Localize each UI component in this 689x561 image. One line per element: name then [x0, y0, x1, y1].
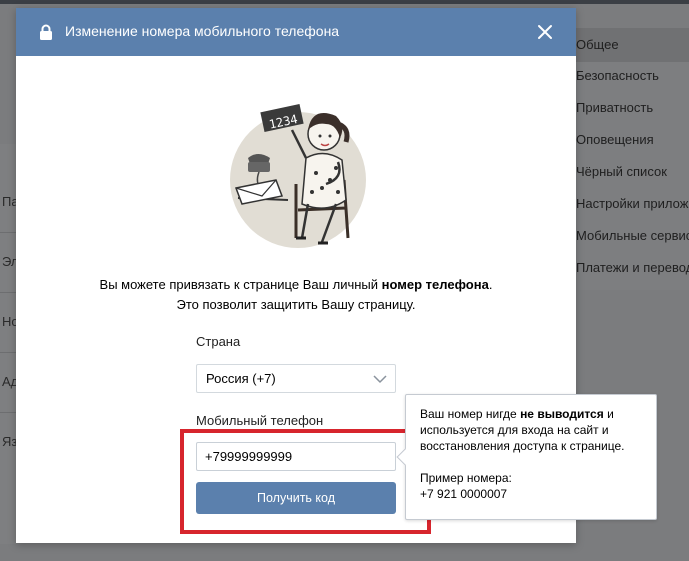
close-icon[interactable] — [537, 24, 553, 40]
settings-menu-item: Настройки приложений — [576, 196, 689, 211]
dialog-title: Изменение номера мобильного телефона — [65, 23, 340, 39]
red-highlight-frame — [180, 429, 431, 534]
phone-hint-tooltip: Ваш номер нигде не выводится и используе… — [396, 394, 657, 520]
country-select[interactable]: Россия (+7) — [196, 364, 396, 393]
country-select-value: Россия (+7) — [206, 371, 276, 386]
settings-menu-item: Приватность — [576, 100, 654, 115]
country-label: Страна — [196, 334, 241, 349]
divider — [0, 352, 16, 353]
description-text: . — [488, 277, 493, 292]
example-value: +7 921 0000007 — [420, 487, 508, 501]
description-bold-text: номер телефона — [381, 277, 489, 292]
background-settings-menu: Общее Безопасность Приватность Оповещени… — [560, 28, 689, 290]
settings-menu-item: Мобильные сервисы — [576, 228, 689, 243]
phone-girl-illustration: 1234 — [230, 104, 366, 248]
chevron-down-icon — [373, 375, 387, 384]
divider — [0, 232, 16, 233]
description-line-1: Вы можете привязать к странице Ваш личны… — [16, 275, 576, 295]
background-left-panel: Па Эл Но Ад Яз — [0, 144, 19, 544]
divider — [0, 412, 16, 413]
settings-menu-item: Чёрный список — [576, 164, 667, 179]
dialog-description: Вы можете привязать к странице Ваш личны… — [16, 275, 576, 315]
divider — [0, 292, 16, 293]
settings-menu-item: Общее — [560, 28, 689, 62]
settings-menu-item: Безопасность — [576, 68, 659, 83]
description-text: Вы можете привязать к странице Ваш личны… — [99, 277, 382, 292]
lock-icon — [40, 24, 52, 40]
example-label: Пример номера: — [420, 471, 512, 485]
settings-menu-item: Платежи и переводы — [576, 260, 689, 275]
tooltip-bold-text: не выводится — [520, 407, 604, 421]
tooltip-text: Ваш номер нигде не выводится и используе… — [420, 406, 650, 502]
dialog-header: Изменение номера мобильного телефона — [16, 8, 576, 56]
tooltip-text-part: Ваш номер нигде — [420, 407, 521, 421]
description-line-2: Это позволит защитить Вашу страницу. — [176, 297, 416, 312]
settings-menu-item: Оповещения — [576, 132, 654, 147]
phone-label: Мобильный телефон — [196, 413, 324, 428]
